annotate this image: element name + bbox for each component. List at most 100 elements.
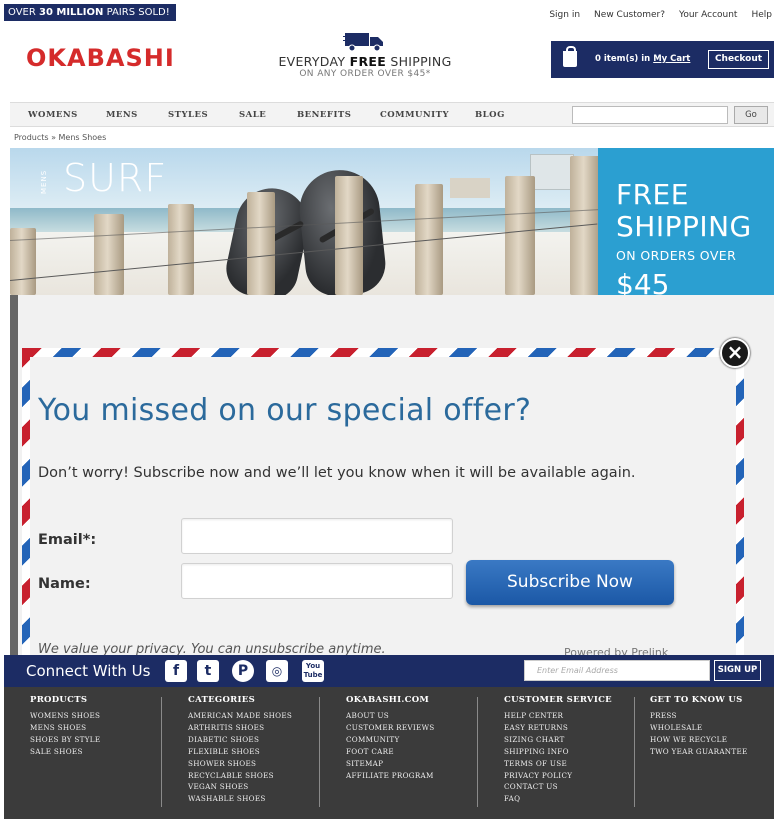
footer-link[interactable]: VEGAN SHOES	[188, 781, 292, 793]
banner-side-label: MENS	[40, 169, 48, 194]
checkout-button[interactable]: Checkout	[708, 50, 769, 69]
cart-summary: 0 item(s) in My Cart	[595, 54, 690, 64]
name-field[interactable]	[181, 563, 453, 599]
footer-link[interactable]: HELP CENTER	[504, 710, 612, 722]
search-input[interactable]	[572, 106, 728, 124]
go-button[interactable]: Go	[734, 106, 768, 124]
nav-womens[interactable]: WOMENS	[28, 110, 78, 120]
panel-shipping: SHIPPING	[616, 210, 752, 243]
shipping-post: SHIPPING	[386, 54, 452, 69]
footer-link[interactable]: FOOT CARE	[346, 746, 435, 758]
footer-link[interactable]: SHIPPING INFO	[504, 746, 612, 758]
free-shipping-header: EVERYDAY FREE SHIPPING ON ANY ORDER OVER…	[272, 30, 458, 79]
footer-heading: OKABASHI.COM	[346, 695, 430, 705]
site-logo[interactable]: OKABASHI	[26, 44, 175, 72]
footer-link[interactable]: DIABETIC SHOES	[188, 734, 292, 746]
sign-up-button[interactable]: SIGN UP	[714, 660, 761, 681]
youtube-icon[interactable]: You Tube	[302, 660, 324, 682]
popup-title: You missed on our special offer?	[38, 393, 532, 428]
promo-suffix: PAIRS SOLD!	[103, 7, 170, 18]
subscribe-button[interactable]: Subscribe Now	[466, 560, 674, 605]
footer-link[interactable]: MENS SHOES	[30, 722, 100, 734]
footer-col-products: PRODUCTS WOMENS SHOES MENS SHOES SHOES B…	[30, 695, 100, 758]
footer-link[interactable]: SITEMAP	[346, 758, 435, 770]
pinterest-icon[interactable]: P	[232, 660, 254, 682]
footer-divider	[634, 697, 635, 807]
nav-benefits[interactable]: BENEFITS	[297, 110, 351, 120]
promo-strip: OVER 30 MILLION PAIRS SOLD!	[4, 4, 176, 21]
footer-link[interactable]: FLEXIBLE SHOES	[188, 746, 292, 758]
nav-sale[interactable]: SALE	[239, 110, 266, 120]
footer-link[interactable]: TERMS OF USE	[504, 758, 612, 770]
footer-link[interactable]: CONTACT US	[504, 781, 612, 793]
fence-post	[94, 214, 124, 295]
footer-link[interactable]: CUSTOMER REVIEWS	[346, 722, 435, 734]
banner-title: SURF	[63, 156, 168, 200]
footer-link[interactable]: FAQ	[504, 793, 612, 805]
fence-post	[247, 192, 275, 295]
footer-heading: GET TO KNOW US	[650, 695, 743, 705]
footer-link[interactable]: RECYCLABLE SHOES	[188, 770, 292, 782]
promo-number: 30 MILLION	[38, 7, 104, 18]
footer-divider	[319, 697, 320, 807]
nav-mens[interactable]: MENS	[106, 110, 138, 120]
footer-link[interactable]: ARTHRITIS SHOES	[188, 722, 292, 734]
nav-blog[interactable]: BLOG	[475, 110, 505, 120]
footer-col-okabashi: OKABASHI.COM ABOUT US CUSTOMER REVIEWS C…	[346, 695, 435, 781]
main-nav: WOMENS MENS STYLES SALE BENEFITS COMMUNI…	[10, 102, 774, 127]
footer-col-categories: CATEGORIES AMERICAN MADE SHOES ARTHRITIS…	[188, 695, 292, 805]
free-shipping-panel: FREE SHIPPING ON ORDERS OVER $45	[598, 148, 774, 295]
footer-link[interactable]: AMERICAN MADE SHOES	[188, 710, 292, 722]
site-footer: PRODUCTS WOMENS SHOES MENS SHOES SHOES B…	[4, 687, 774, 819]
footer-heading: CUSTOMER SERVICE	[504, 695, 612, 705]
fence-post	[168, 204, 194, 295]
sign-in-link[interactable]: Sign in	[549, 10, 580, 20]
footer-link[interactable]: EASY RETURNS	[504, 722, 612, 734]
footer-link[interactable]: AFFILIATE PROGRAM	[346, 770, 435, 782]
footer-col-know: GET TO KNOW US PRESS WHOLESALE HOW WE RE…	[650, 695, 748, 758]
my-cart-link[interactable]: My Cart	[653, 54, 690, 64]
footer-link[interactable]: SHOES BY STYLE	[30, 734, 100, 746]
connect-bar: Connect With Us f t P ◎ You Tube Enter Em…	[4, 655, 774, 687]
help-link[interactable]: Help	[751, 10, 772, 20]
instagram-icon[interactable]: ◎	[266, 660, 288, 682]
cart-box: 0 item(s) in My Cart Checkout	[551, 41, 774, 78]
footer-link[interactable]: TWO YEAR GUARANTEE	[650, 746, 748, 758]
footer-divider	[161, 697, 162, 807]
breadcrumb: Products » Mens Shoes	[14, 133, 107, 142]
footer-link[interactable]: WOMENS SHOES	[30, 710, 100, 722]
popup-subtitle: Don’t worry! Subscribe now and we’ll let…	[38, 465, 636, 481]
footer-divider	[477, 697, 478, 807]
shopping-bag-icon[interactable]	[563, 46, 577, 67]
cart-count: 0 item(s) in	[595, 54, 654, 64]
twitter-icon[interactable]: t	[197, 660, 219, 682]
surf-banner[interactable]: MENS SURF FREE SHIPPING ON ORDERS OVER $…	[10, 148, 774, 295]
footer-link[interactable]: PRESS	[650, 710, 748, 722]
email-field[interactable]	[181, 518, 453, 554]
fence-post	[505, 176, 535, 295]
footer-link[interactable]: COMMUNITY	[346, 734, 435, 746]
footer-link[interactable]: PRIVACY POLICY	[504, 770, 612, 782]
panel-free: FREE	[616, 178, 689, 211]
footer-link[interactable]: SIZING CHART	[504, 734, 612, 746]
top-links: Sign in New Customer? Your Account Help	[549, 10, 772, 20]
footer-email-input[interactable]: Enter Email Address	[524, 660, 710, 681]
shipping-free: FREE	[349, 54, 387, 69]
your-account-link[interactable]: Your Account	[679, 10, 737, 20]
nav-community[interactable]: COMMUNITY	[380, 110, 449, 120]
footer-link[interactable]: SALE SHOES	[30, 746, 100, 758]
footer-link[interactable]: HOW WE RECYCLE	[650, 734, 748, 746]
footer-link[interactable]: WHOLESALE	[650, 722, 748, 734]
nav-styles[interactable]: STYLES	[168, 110, 208, 120]
banner-house	[450, 178, 490, 198]
footer-link[interactable]: ABOUT US	[346, 710, 435, 722]
footer-link[interactable]: SHOWER SHOES	[188, 758, 292, 770]
shipping-pre: EVERYDAY	[278, 54, 350, 69]
email-label: Email*:	[38, 532, 97, 548]
shipping-line-2: ON ANY ORDER OVER $45*	[299, 69, 431, 79]
new-customer-link[interactable]: New Customer?	[594, 10, 665, 20]
footer-link[interactable]: WASHABLE SHOES	[188, 793, 292, 805]
close-icon[interactable]: ×	[720, 338, 750, 368]
facebook-icon[interactable]: f	[165, 660, 187, 682]
fence-post	[335, 176, 363, 295]
